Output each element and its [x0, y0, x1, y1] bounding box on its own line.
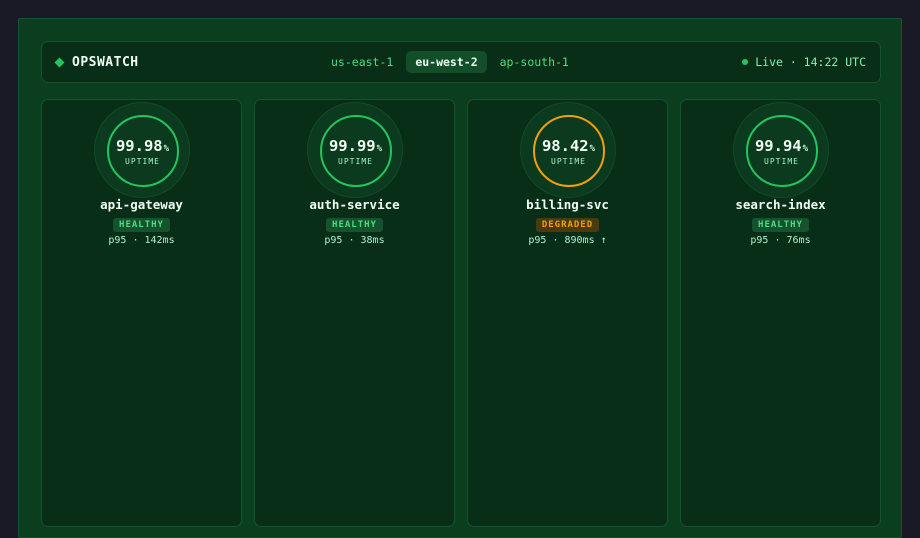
uptime-label: UPTIME: [551, 156, 586, 166]
uptime-value: 99.98: [115, 136, 163, 155]
uptime-label: UPTIME: [338, 156, 373, 166]
uptime-ring: 98.42 % UPTIME: [532, 115, 605, 187]
uptime-unit: %: [376, 143, 383, 154]
dashboard-frame: OPSWATCH us-east-1 eu-west-2 ap-south-1 …: [18, 18, 902, 538]
uptime-value: 98.42: [541, 136, 589, 155]
uptime-value: 99.94: [754, 136, 802, 155]
status-badge: HEALTHY: [752, 218, 809, 232]
service-name: search-index: [735, 197, 826, 212]
uptime-gauge: 99.94 % UPTIME: [732, 102, 829, 198]
region-tabs: us-east-1 eu-west-2 ap-south-1: [322, 42, 578, 82]
uptime-unit: %: [802, 143, 809, 154]
service-card-auth-service[interactable]: 99.99 % UPTIME auth-service HEALTHY p95 …: [254, 99, 455, 527]
uptime-ring: 99.94 % UPTIME: [745, 115, 818, 187]
live-status: Live · 14:22 UTC: [742, 42, 866, 82]
status-badge: HEALTHY: [326, 218, 383, 232]
service-card-api-gateway[interactable]: 99.98 % UPTIME api-gateway HEALTHY p95 ·…: [41, 99, 242, 527]
service-card-billing-svc[interactable]: 98.42 % UPTIME billing-svc DEGRADED p95 …: [467, 99, 668, 527]
latency-text: p95 · 76ms: [750, 235, 811, 246]
live-status-text: Live · 14:22 UTC: [755, 55, 866, 69]
service-name: auth-service: [309, 197, 400, 212]
latency-text: p95 · 38ms: [324, 235, 385, 246]
tab-ap-south-1[interactable]: ap-south-1: [491, 51, 578, 73]
uptime-label: UPTIME: [125, 156, 160, 166]
tab-us-east-1[interactable]: us-east-1: [322, 51, 402, 73]
service-cards: 99.98 % UPTIME api-gateway HEALTHY p95 ·…: [41, 99, 881, 527]
uptime-gauge: 98.42 % UPTIME: [519, 102, 616, 198]
status-badge: HEALTHY: [113, 218, 170, 232]
diamond-icon: [54, 57, 65, 67]
service-name: api-gateway: [100, 197, 183, 212]
uptime-gauge: 99.98 % UPTIME: [93, 102, 190, 198]
uptime-unit: %: [589, 143, 596, 154]
live-indicator-icon: [742, 59, 749, 65]
uptime-value: 99.99: [328, 136, 376, 155]
brand: OPSWATCH: [54, 42, 139, 82]
status-badge: DEGRADED: [535, 218, 600, 232]
uptime-gauge: 99.99 % UPTIME: [306, 102, 403, 198]
app-name: OPSWATCH: [72, 54, 139, 70]
service-card-search-index[interactable]: 99.94 % UPTIME search-index HEALTHY p95 …: [680, 99, 881, 527]
latency-text: p95 · 890ms ↑: [528, 235, 607, 246]
latency-text: p95 · 142ms: [108, 235, 175, 246]
uptime-label: UPTIME: [764, 156, 799, 166]
uptime-ring: 99.99 % UPTIME: [319, 115, 392, 187]
uptime-ring: 99.98 % UPTIME: [106, 115, 179, 187]
tab-eu-west-2[interactable]: eu-west-2: [406, 51, 487, 73]
service-name: billing-svc: [526, 197, 609, 212]
uptime-unit: %: [163, 143, 170, 154]
top-bar: OPSWATCH us-east-1 eu-west-2 ap-south-1 …: [41, 41, 881, 83]
